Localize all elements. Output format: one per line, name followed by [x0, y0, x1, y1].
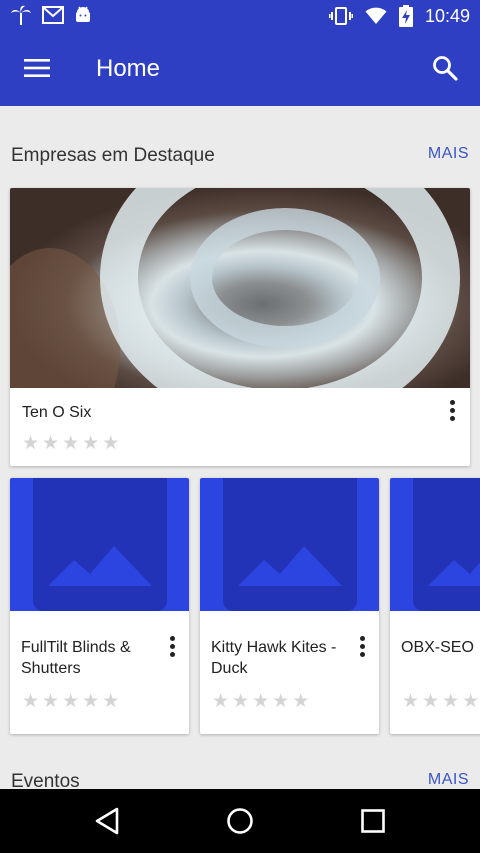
star-icon: ★	[252, 691, 270, 712]
business-name: Kitty Hawk Kites - Duck	[211, 639, 337, 677]
home-content[interactable]: Empresas em Destaque MAIS Ten O Six ★ ★ …	[0, 106, 480, 789]
hamburger-menu-icon[interactable]	[16, 47, 58, 89]
more-options-icon[interactable]	[160, 631, 184, 661]
featured-section-title: Empresas em Destaque	[11, 145, 215, 166]
star-icon: ★	[442, 691, 460, 712]
wifi-icon	[365, 7, 387, 25]
business-card[interactable]: Kitty Hawk Kites - Duck ★ ★ ★ ★ ★	[200, 478, 379, 734]
star-icon: ★	[42, 691, 60, 712]
events-more-link[interactable]: MAIS	[428, 768, 469, 789]
star-icon: ★	[212, 691, 230, 712]
gmail-icon	[42, 6, 64, 24]
star-icon: ★	[22, 433, 40, 454]
star-icon: ★	[22, 691, 40, 712]
battery-charging-icon	[398, 5, 413, 27]
image-placeholder	[10, 478, 189, 611]
more-options-icon[interactable]	[440, 395, 464, 425]
rating-stars: ★ ★ ★ ★ ★	[22, 434, 119, 454]
star-icon: ★	[232, 691, 250, 712]
star-icon: ★	[102, 433, 120, 454]
image-placeholder	[390, 478, 480, 611]
business-photo	[10, 188, 470, 388]
more-options-icon[interactable]	[350, 631, 374, 661]
star-icon: ★	[62, 691, 80, 712]
recents-icon[interactable]	[355, 803, 391, 839]
business-name: FullTilt Blinds & Shutters	[21, 639, 131, 677]
events-section-header: Eventos MAIS	[0, 770, 480, 789]
app-bar: Home	[0, 33, 480, 106]
status-bar: 10:49	[0, 0, 480, 33]
business-card[interactable]: FullTilt Blinds & Shutters ★ ★ ★ ★ ★	[10, 478, 189, 734]
business-name: OBX-SEO	[401, 639, 474, 656]
star-icon: ★	[62, 433, 80, 454]
star-icon: ★	[292, 691, 310, 712]
rating-stars: ★ ★ ★ ★ ★	[22, 692, 119, 712]
business-card[interactable]: OBX-SEO ★ ★ ★ ★ ★	[390, 478, 480, 734]
rating-stars: ★ ★ ★ ★ ★	[212, 692, 309, 712]
android-icon	[74, 6, 92, 24]
system-nav-bar	[0, 789, 480, 853]
featured-business-card[interactable]: Ten O Six ★ ★ ★ ★ ★	[10, 188, 470, 466]
rating-stars: ★ ★ ★ ★ ★	[402, 692, 480, 712]
star-icon: ★	[82, 691, 100, 712]
image-placeholder	[200, 478, 379, 611]
page-title: Home	[96, 55, 161, 82]
star-icon: ★	[462, 691, 480, 712]
featured-section-header: Empresas em Destaque MAIS	[0, 144, 480, 184]
search-icon[interactable]	[424, 47, 466, 89]
palm-tree-icon	[10, 5, 32, 25]
star-icon: ★	[422, 691, 440, 712]
business-name: Ten O Six	[22, 404, 92, 421]
star-icon: ★	[102, 691, 120, 712]
vibrate-icon	[328, 6, 353, 26]
star-icon: ★	[272, 691, 290, 712]
status-time: 10:49	[424, 6, 470, 26]
star-icon: ★	[42, 433, 60, 454]
events-section-title: Eventos	[11, 771, 80, 789]
star-icon: ★	[402, 691, 420, 712]
image-placeholder-icon	[238, 546, 342, 586]
back-icon[interactable]	[89, 803, 125, 839]
image-placeholder-icon	[48, 546, 152, 586]
home-icon[interactable]	[222, 803, 258, 839]
image-placeholder-icon	[428, 560, 480, 586]
star-icon: ★	[82, 433, 100, 454]
featured-more-link[interactable]: MAIS	[428, 142, 469, 166]
